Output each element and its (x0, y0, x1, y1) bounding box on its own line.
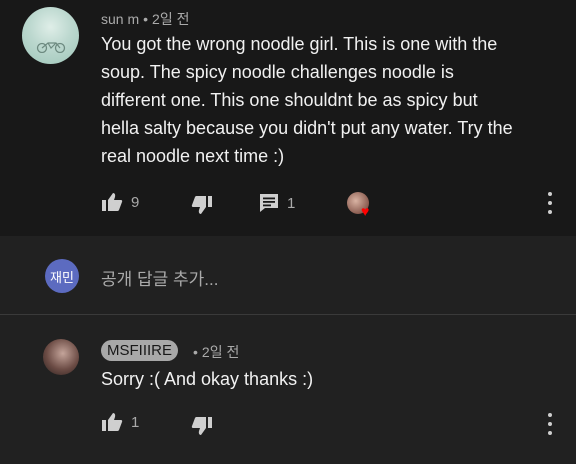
reply-text: Sorry :( And okay thanks :) (101, 369, 314, 389)
thumb-down-icon (191, 196, 212, 214)
commenter-avatar[interactable] (22, 7, 79, 64)
reply-like-count: 1 (131, 413, 140, 431)
like-button[interactable]: 9 (101, 192, 139, 212)
comment-text: You got the wrong noodle girl. This is o… (101, 34, 513, 166)
reply-count: 1 (287, 194, 296, 212)
comment-actions: 9 (101, 192, 139, 212)
reply-meta: • 2일 전 (189, 342, 239, 362)
add-reply-input[interactable]: 공개 답글 추가... (101, 265, 218, 290)
separator-dot: • (143, 11, 149, 27)
reply-time: 2일 전 (201, 344, 240, 360)
current-user-avatar: 재민 (45, 259, 79, 293)
divider (0, 314, 576, 315)
like-count: 9 (131, 193, 140, 211)
reply-dislike-button[interactable] (191, 416, 213, 436)
replies-section (0, 236, 576, 464)
reply-icon (260, 194, 278, 212)
separator-dot: • (193, 344, 198, 360)
reply-like-button[interactable]: 1 (101, 412, 139, 432)
thumb-up-icon (102, 413, 123, 431)
bicycle-icon (36, 42, 66, 53)
comment-meta: sun m • 2일 전 (101, 9, 189, 29)
thumb-up-icon (102, 193, 123, 211)
comment-author[interactable]: sun m (101, 11, 139, 27)
comment-time: 2일 전 (152, 11, 190, 27)
creator-heart-icon: ♥ (361, 203, 370, 219)
dislike-button[interactable] (191, 195, 213, 215)
reply-author-badge[interactable]: MSFIIIRE (101, 340, 179, 361)
more-vert-icon[interactable] (547, 192, 553, 214)
reply-button[interactable]: 1 (259, 193, 295, 213)
thumb-down-icon (191, 417, 212, 435)
reply-author-avatar[interactable] (43, 339, 79, 375)
more-vert-icon[interactable] (547, 413, 553, 435)
